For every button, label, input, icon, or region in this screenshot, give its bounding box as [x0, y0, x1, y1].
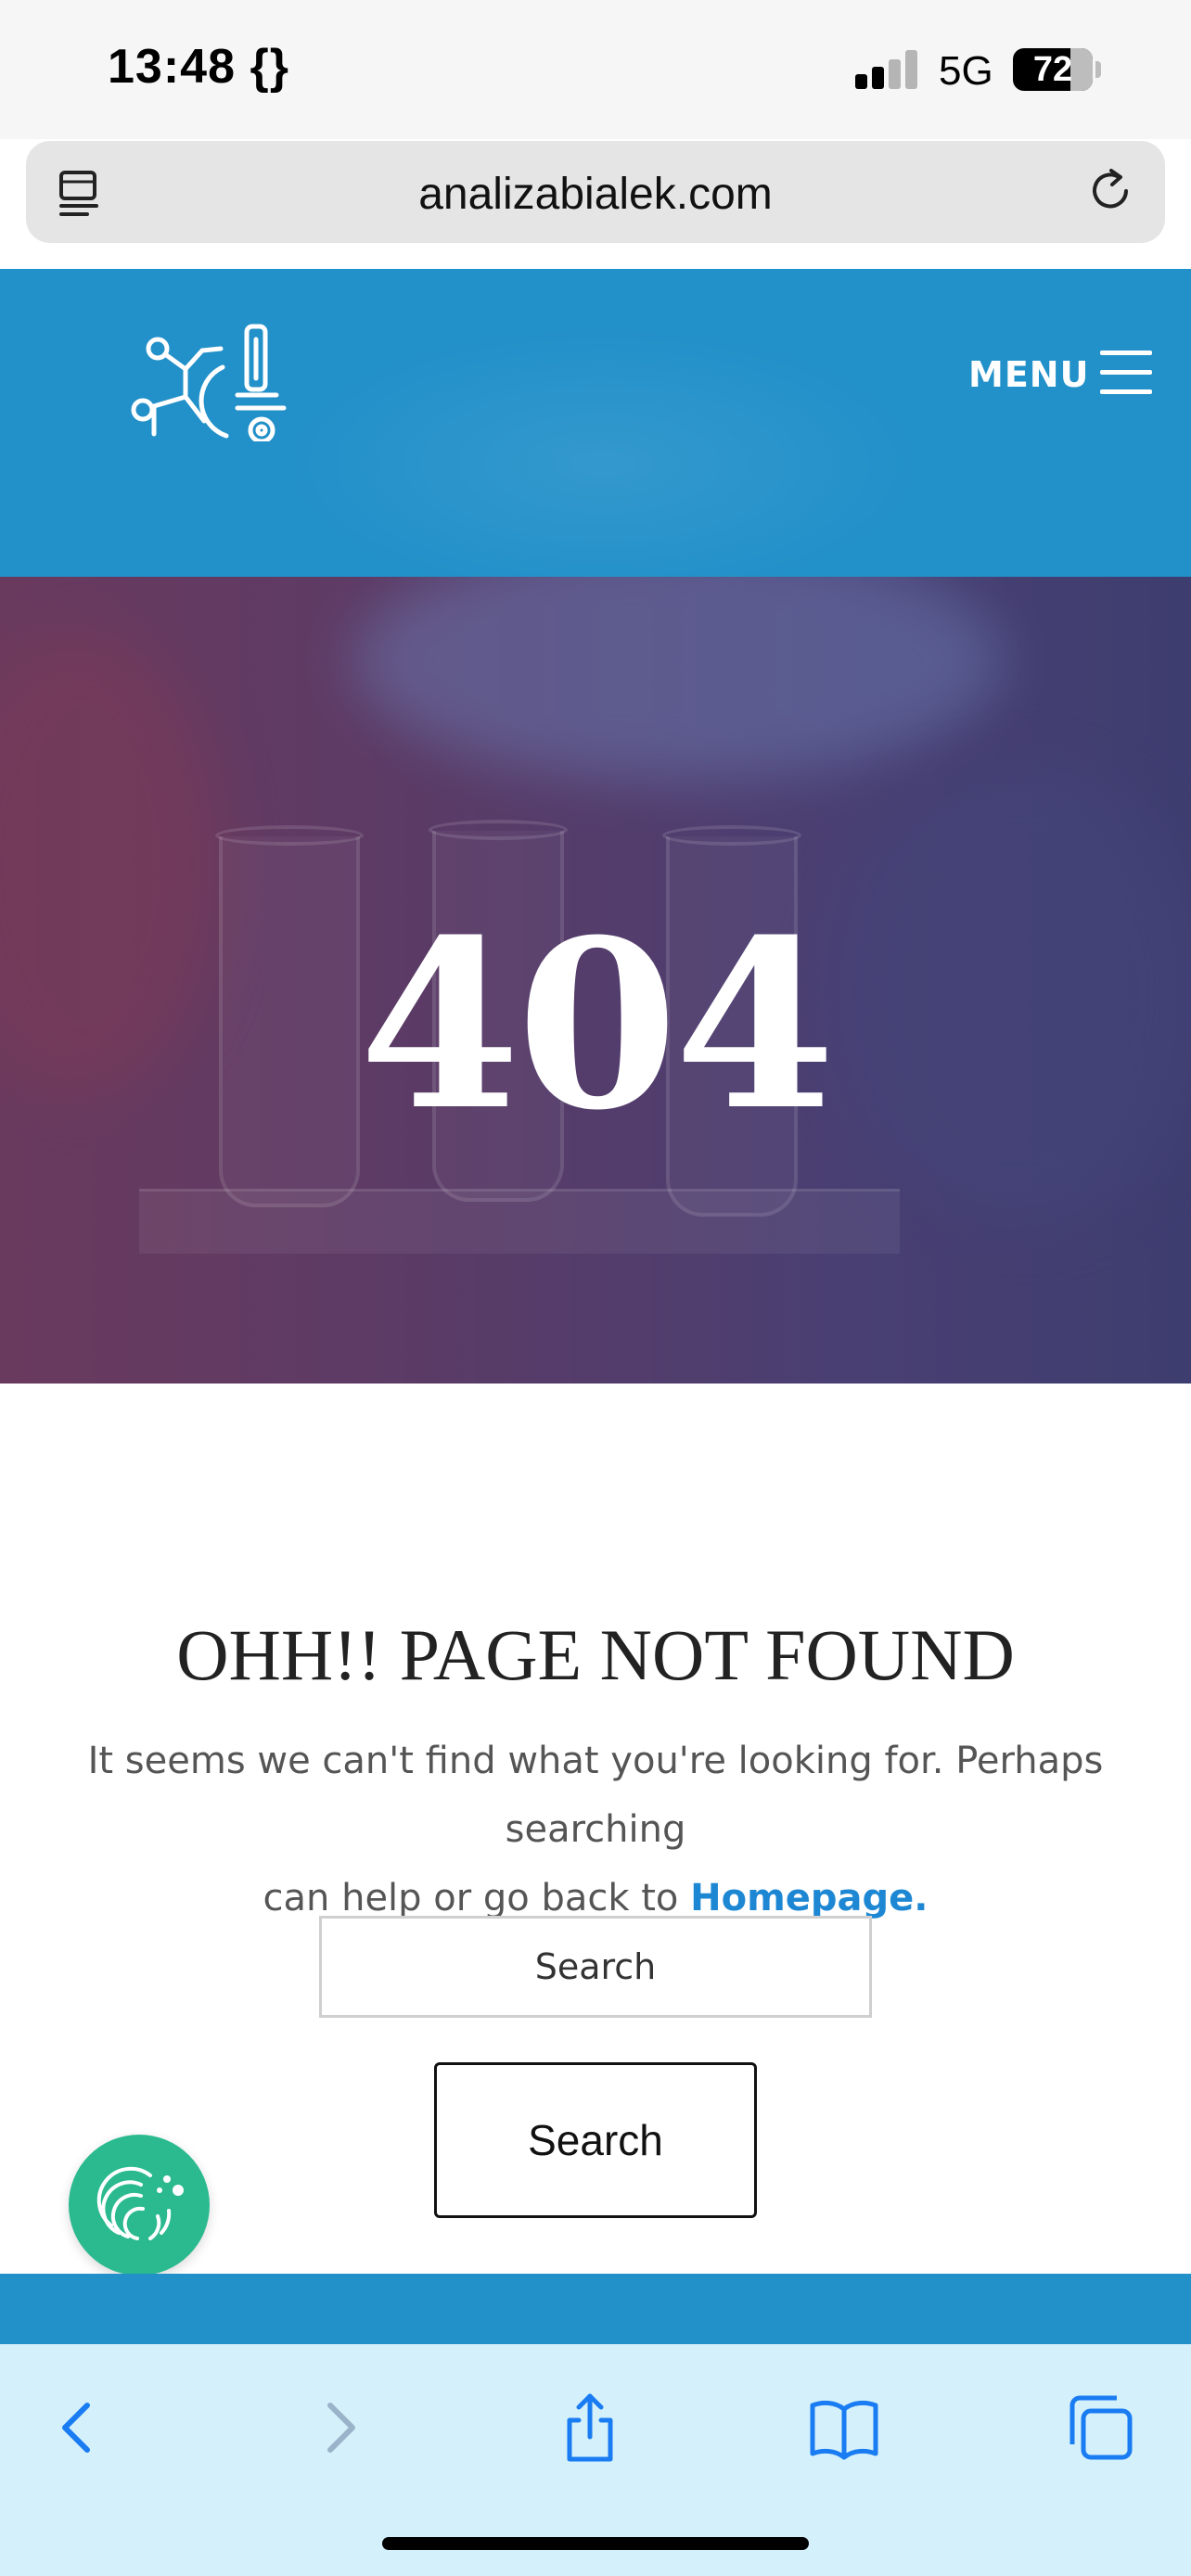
homepage-link[interactable]: Homepage. [690, 1877, 928, 1919]
bookmarks-icon[interactable] [805, 2389, 883, 2467]
status-time: 13:48 {} [108, 39, 289, 95]
battery-level: 72 [1032, 50, 1073, 89]
reload-icon[interactable] [1083, 163, 1139, 219]
share-icon[interactable] [551, 2389, 629, 2467]
battery-icon: 72 [1013, 48, 1093, 91]
url-text[interactable]: analizabialek.com [26, 169, 1165, 220]
clock: 13:48 [108, 40, 236, 94]
not-found-message: It seems we can't find what you're looki… [0, 1727, 1191, 1932]
forward-icon[interactable] [299, 2389, 377, 2467]
search-button[interactable]: Search [434, 2062, 757, 2218]
cookie-consent-button[interactable] [69, 2135, 210, 2276]
fingerprint-cookie-icon [96, 2166, 184, 2240]
status-extra: {} [250, 40, 289, 94]
status-bar: 13:48 {} 5G 72 [0, 0, 1191, 139]
home-indicator [382, 2537, 809, 2550]
search-input[interactable] [319, 1916, 872, 2018]
hamburger-icon[interactable] [1100, 351, 1152, 395]
address-bar[interactable]: analizabialek.com [26, 141, 1165, 243]
network-type: 5G [939, 48, 993, 94]
hero-banner: 404 [0, 577, 1191, 1384]
footer-strip [0, 2274, 1191, 2344]
menu-label[interactable]: MENU [968, 354, 1089, 395]
back-icon[interactable] [41, 2389, 119, 2467]
signal-strength-icon [855, 50, 918, 89]
site-header: MENU [0, 269, 1191, 577]
message-line-1: It seems we can't find what you're looki… [87, 1740, 1104, 1851]
lab-logo-icon[interactable] [126, 321, 289, 441]
error-code: 404 [359, 888, 836, 1161]
tabs-icon[interactable] [1061, 2389, 1139, 2467]
page-not-found-heading: OHH!! PAGE NOT FOUND [176, 1614, 1015, 1695]
